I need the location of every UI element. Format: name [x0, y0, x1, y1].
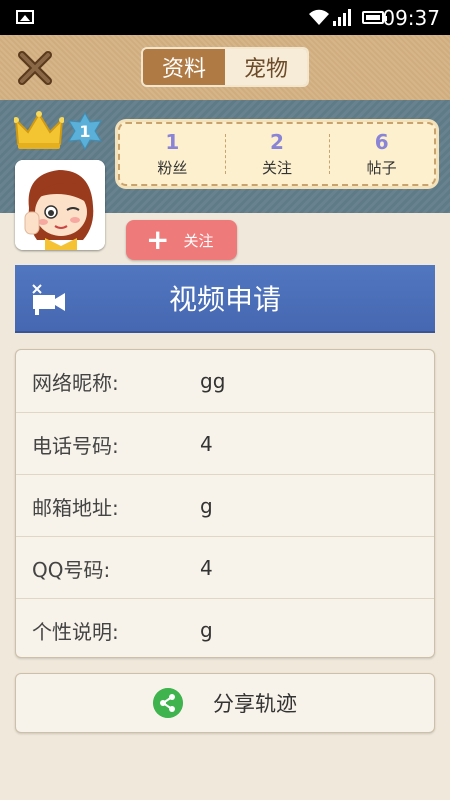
profile-section: 1 1 粉丝 2 关注 6 帖子 [0, 100, 450, 250]
stat-label: 关注 [262, 159, 293, 177]
info-row-qq: QQ号码: 4 [16, 536, 434, 599]
avatar[interactable] [15, 160, 105, 250]
stat-value: 2 [270, 130, 284, 154]
image-notification-icon [16, 10, 34, 24]
stat-following[interactable]: 2 关注 [224, 124, 330, 184]
info-value: 4 [200, 556, 213, 580]
top-header: 资料 宠物 [0, 35, 450, 101]
battery-icon [362, 11, 387, 24]
status-bar: 09:37 [0, 0, 450, 35]
info-value: gg [200, 369, 226, 393]
info-key: 个性说明: [32, 619, 119, 644]
tab-profile[interactable]: 资料 [143, 49, 225, 85]
info-key: 电话号码: [32, 433, 119, 458]
signal-icon [333, 9, 351, 26]
info-row-nickname: 网络昵称: gg [16, 350, 434, 412]
stat-fans[interactable]: 1 粉丝 [120, 124, 225, 184]
wifi-icon [309, 9, 329, 25]
profile-tabs: 资料 宠物 [141, 47, 309, 87]
info-row-email: 邮箱地址: g [16, 474, 434, 537]
clock: 09:37 [382, 6, 440, 30]
info-value: g [200, 494, 213, 518]
stat-posts[interactable]: 6 帖子 [329, 124, 434, 184]
follow-label: 关注 [183, 231, 214, 250]
tab-pets[interactable]: 宠物 [225, 49, 307, 85]
info-row-phone: 电话号码: 4 [16, 412, 434, 475]
info-key: 网络昵称: [32, 370, 119, 395]
info-key: QQ号码: [32, 557, 111, 582]
share-track-button[interactable]: 分享轨迹 [15, 673, 435, 733]
share-icon [153, 688, 183, 718]
share-label: 分享轨迹 [213, 692, 297, 716]
stats-panel: 1 粉丝 2 关注 6 帖子 [118, 122, 436, 186]
stat-label: 粉丝 [157, 159, 188, 177]
info-value: 4 [200, 432, 213, 456]
user-info-card: 网络昵称: gg 电话号码: 4 邮箱地址: g QQ号码: 4 个性说明: g [15, 349, 435, 658]
info-row-bio: 个性说明: g [16, 598, 434, 661]
info-value: g [200, 618, 213, 642]
video-apply-button[interactable]: 视频申请 [15, 265, 435, 333]
stat-value: 6 [374, 130, 389, 154]
video-apply-title: 视频申请 [168, 283, 281, 316]
crown-icon [14, 111, 64, 149]
follow-button[interactable]: + 关注 [126, 220, 237, 260]
avatar-cartoon-girl [15, 160, 105, 250]
info-key: 邮箱地址: [32, 495, 119, 520]
stat-label: 帖子 [366, 159, 397, 177]
plus-icon: + [146, 223, 170, 256]
level-number: 1 [79, 121, 91, 141]
stat-value: 1 [165, 130, 180, 154]
close-icon[interactable] [16, 49, 54, 87]
